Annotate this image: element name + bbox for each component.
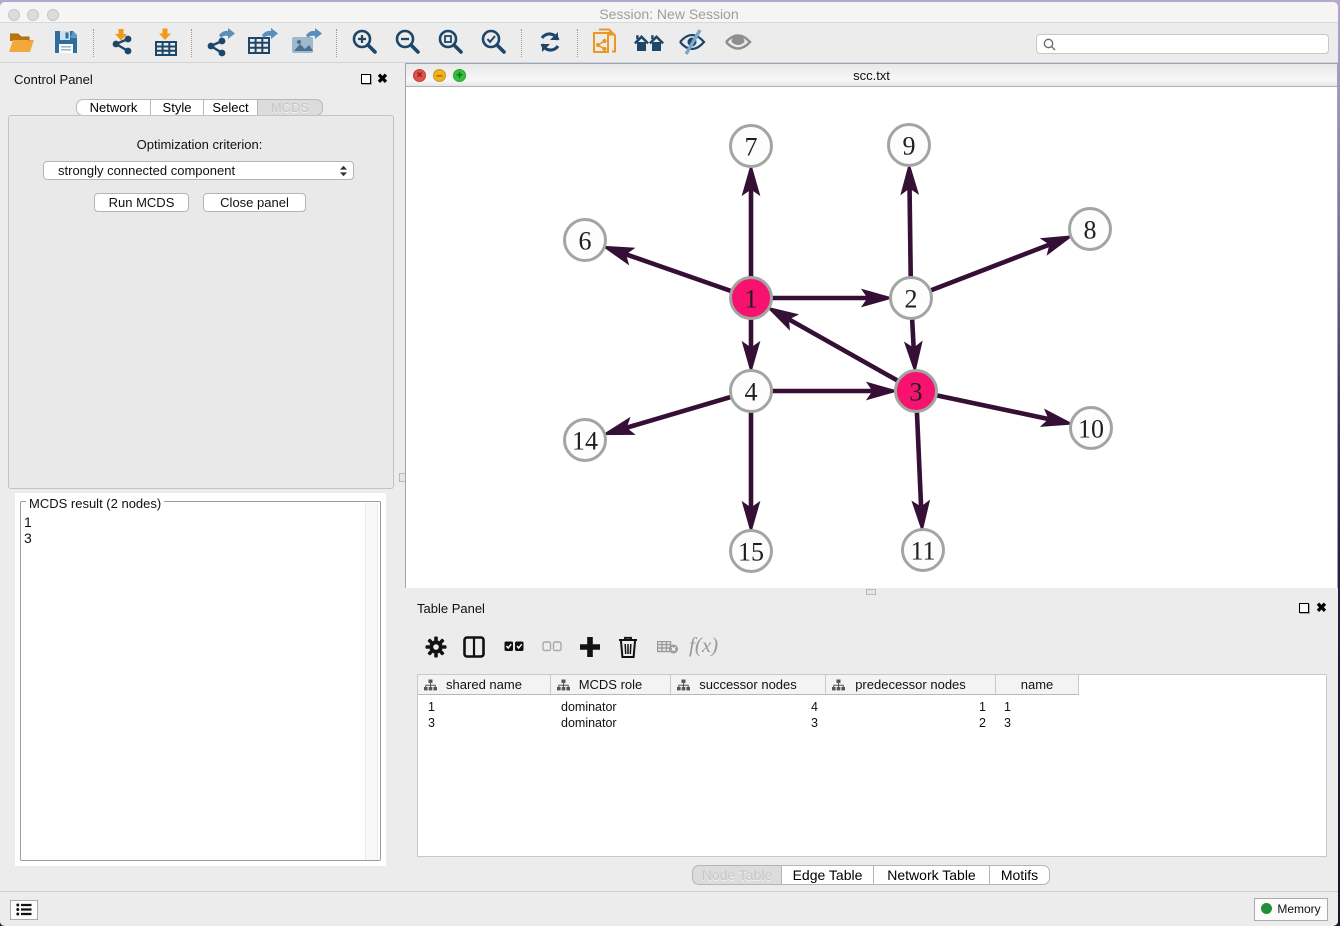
svg-text:14: 14 [572, 427, 598, 456]
svg-text:2: 2 [905, 285, 918, 314]
svg-text:3: 3 [910, 378, 923, 407]
svg-text:6: 6 [579, 227, 592, 256]
svg-text:9: 9 [903, 132, 916, 161]
svg-text:4: 4 [745, 378, 758, 407]
svg-text:1: 1 [745, 285, 758, 314]
svg-text:15: 15 [738, 538, 764, 567]
svg-text:10: 10 [1078, 415, 1104, 444]
svg-text:11: 11 [910, 537, 935, 566]
svg-text:7: 7 [745, 133, 758, 162]
svg-text:8: 8 [1084, 216, 1097, 245]
